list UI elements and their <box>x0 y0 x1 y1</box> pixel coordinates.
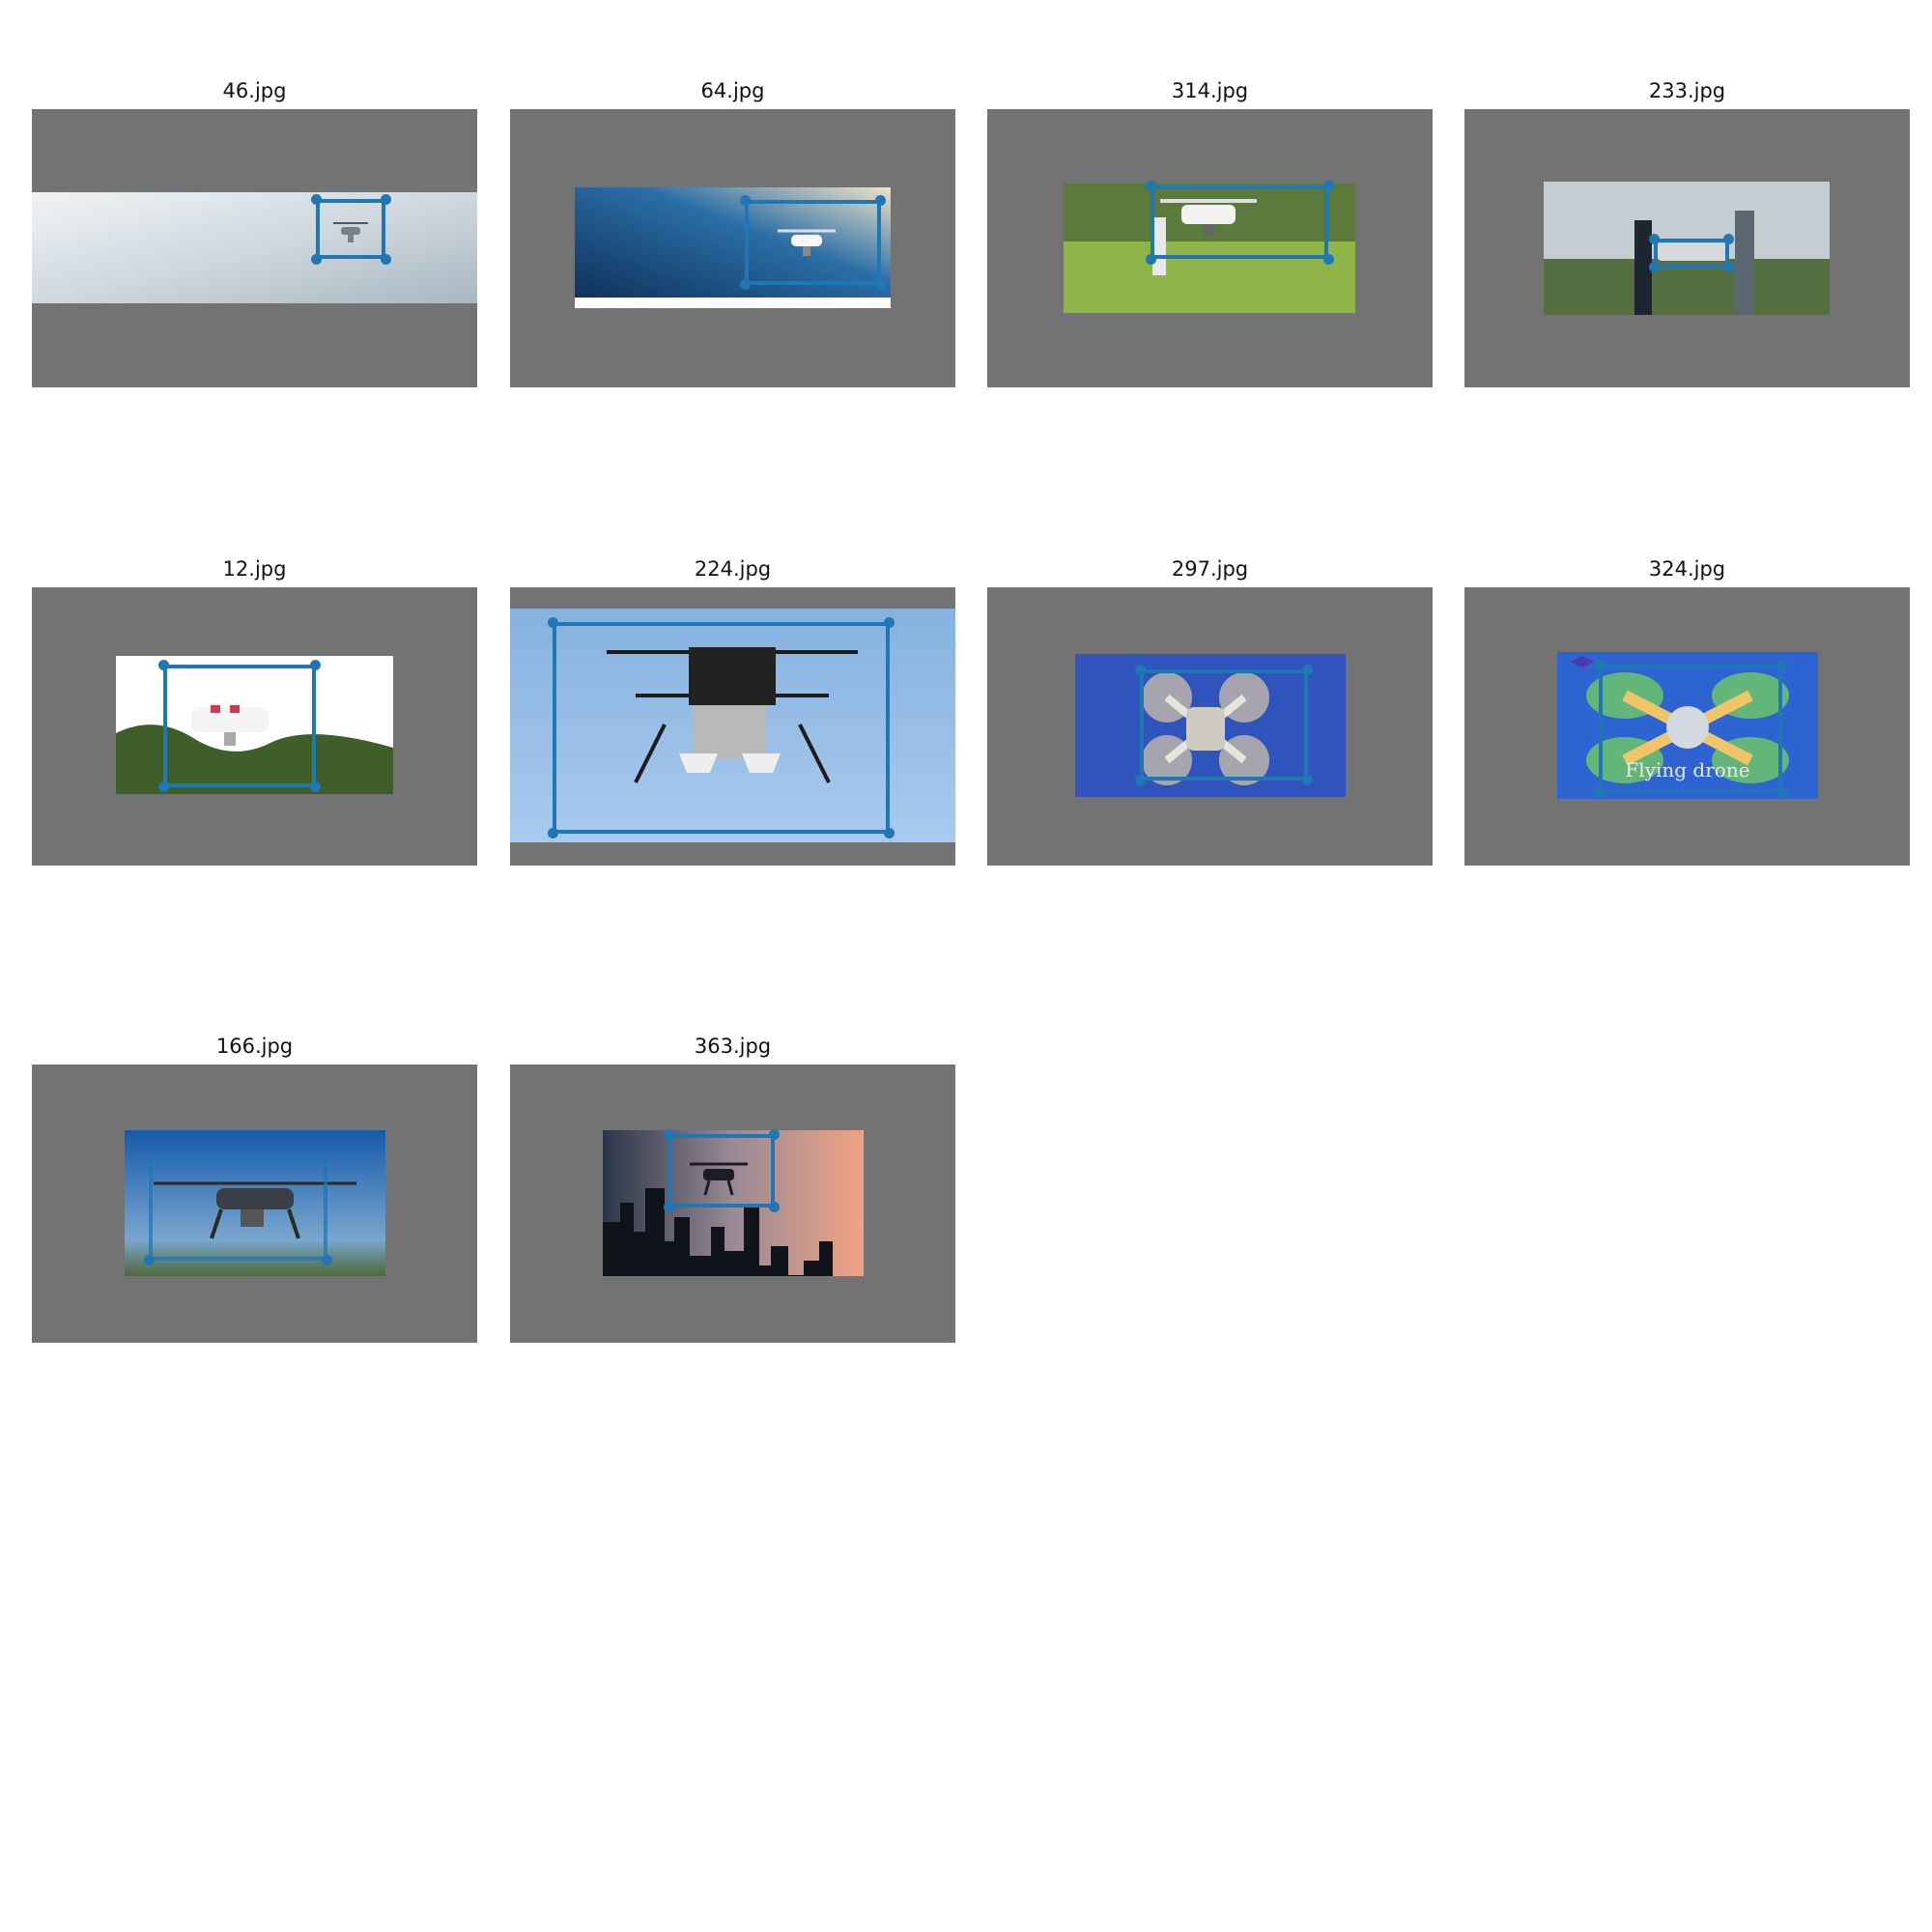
image-panel <box>510 109 955 387</box>
bbox-corner-handle[interactable] <box>884 617 895 628</box>
image-panel <box>32 1065 477 1343</box>
bbox-corner-handle[interactable] <box>548 617 558 628</box>
bbox-corner-handle[interactable] <box>310 660 321 670</box>
bbox-corner-handle[interactable] <box>1776 787 1787 798</box>
image-filename: 224.jpg <box>694 557 772 581</box>
bbox-corner-handle[interactable] <box>311 194 322 205</box>
bbox-corner-handle[interactable] <box>548 828 558 838</box>
bbox-corner-handle[interactable] <box>1135 775 1146 785</box>
bounding-box <box>745 200 881 285</box>
bbox-corner-handle[interactable] <box>311 254 322 265</box>
image-panel <box>510 587 955 866</box>
image-filename: 363.jpg <box>694 1035 772 1058</box>
image-filename: 166.jpg <box>215 1035 294 1058</box>
image-filename: 64.jpg <box>700 79 765 102</box>
image-panel <box>32 109 477 387</box>
image-panel <box>1464 109 1910 387</box>
image-panel <box>32 587 477 866</box>
bounding-box <box>1599 665 1782 793</box>
bbox-corner-handle[interactable] <box>1323 254 1334 265</box>
drone-photo <box>32 192 477 303</box>
bbox-corner-handle[interactable] <box>381 254 391 265</box>
image-grid: 46.jpg 64.jpg 314.jpg 233.jpg 12.jpg 224… <box>0 0 1932 1932</box>
bounding-box <box>1140 669 1308 781</box>
bounding-box <box>553 622 890 834</box>
bbox-corner-handle[interactable] <box>1776 660 1787 670</box>
image-filename: 314.jpg <box>1171 79 1249 102</box>
bbox-corner-handle[interactable] <box>1146 181 1156 191</box>
bounding-box <box>1151 185 1328 259</box>
bbox-corner-handle[interactable] <box>381 194 391 205</box>
bbox-corner-handle[interactable] <box>664 1129 674 1140</box>
image-panel <box>987 109 1433 387</box>
bbox-corner-handle[interactable] <box>875 195 886 206</box>
bbox-corner-handle[interactable] <box>740 279 751 290</box>
image-filename: 324.jpg <box>1648 557 1726 581</box>
bbox-corner-handle[interactable] <box>1649 262 1660 272</box>
bbox-corner-handle[interactable] <box>769 1129 780 1140</box>
bbox-corner-handle[interactable] <box>1302 665 1313 675</box>
bbox-corner-handle[interactable] <box>1649 234 1660 244</box>
bbox-corner-handle[interactable] <box>875 279 886 290</box>
bbox-corner-handle[interactable] <box>158 660 169 670</box>
bbox-corner-handle[interactable] <box>158 781 169 792</box>
image-panel <box>510 1065 955 1343</box>
bbox-corner-handle[interactable] <box>1594 787 1605 798</box>
bbox-corner-handle[interactable] <box>1323 181 1334 191</box>
bbox-corner-handle[interactable] <box>310 781 321 792</box>
image-filename: 233.jpg <box>1648 79 1726 102</box>
bbox-corner-handle[interactable] <box>884 828 895 838</box>
bbox-corner-handle[interactable] <box>1302 775 1313 785</box>
bounding-box <box>316 199 385 259</box>
bbox-corner-handle[interactable] <box>1594 660 1605 670</box>
bounding-box <box>1654 239 1729 268</box>
image-panel: Flying drone <box>1464 587 1910 866</box>
bbox-corner-handle[interactable] <box>322 1255 332 1265</box>
bbox-corner-handle[interactable] <box>144 1255 155 1265</box>
bbox-corner-handle[interactable] <box>740 195 751 206</box>
image-filename: 297.jpg <box>1171 557 1249 581</box>
bbox-corner-handle[interactable] <box>769 1202 780 1212</box>
image-filename: 12.jpg <box>222 557 287 581</box>
image-filename: 46.jpg <box>222 79 287 102</box>
bbox-corner-handle[interactable] <box>1723 262 1734 272</box>
bounding-box <box>163 665 316 787</box>
bounding-box <box>668 1134 775 1208</box>
bounding-box <box>149 1156 327 1261</box>
image-panel <box>987 587 1433 866</box>
bbox-corner-handle[interactable] <box>1146 254 1156 265</box>
bbox-corner-handle[interactable] <box>1135 665 1146 675</box>
bbox-corner-handle[interactable] <box>664 1202 674 1212</box>
bbox-corner-handle[interactable] <box>1723 234 1734 244</box>
